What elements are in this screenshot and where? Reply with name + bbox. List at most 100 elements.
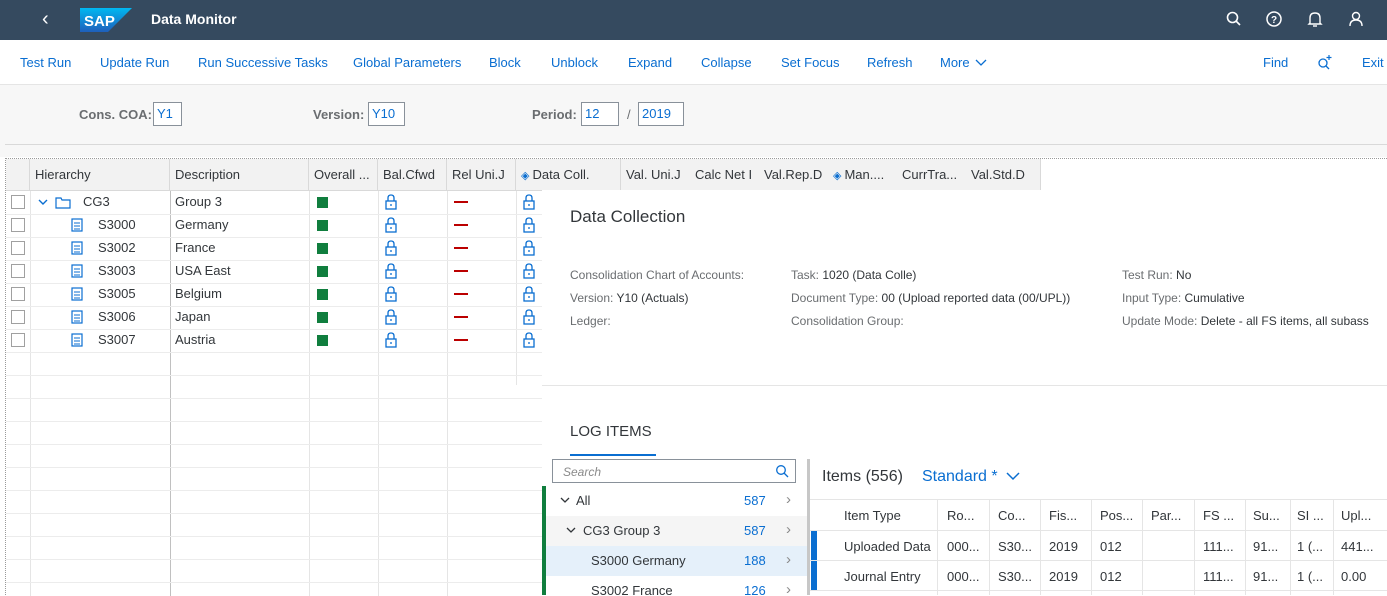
more-button[interactable]: More (940, 55, 987, 70)
col-man[interactable]: ◈ Man.... (828, 159, 897, 191)
row-checkbox[interactable] (11, 287, 25, 301)
col-overall[interactable]: Overall ... (309, 159, 378, 191)
chevron-right-icon[interactable]: › (786, 551, 791, 568)
col-upl[interactable]: Upl... (1341, 508, 1371, 523)
lock-icon[interactable] (523, 217, 535, 233)
lock-icon[interactable] (385, 240, 397, 256)
col-data-coll[interactable]: ◈ Data Coll. (516, 159, 621, 191)
status-error-icon[interactable] (454, 293, 468, 295)
row-checkbox[interactable] (11, 218, 25, 232)
back-icon[interactable]: ‹ (42, 9, 62, 31)
tree-item-all[interactable]: All 587 › (542, 486, 807, 516)
col-ro[interactable]: Ro... (947, 508, 974, 523)
sap-logo[interactable]: SAP (80, 8, 132, 32)
status-ok-icon[interactable] (317, 335, 328, 346)
exit-button[interactable]: Exit (1362, 55, 1384, 70)
col-fs[interactable]: FS ... (1203, 508, 1234, 523)
status-ok-icon[interactable] (317, 312, 328, 323)
grid-row[interactable]: S3003 USA East (6, 260, 544, 283)
refresh-button[interactable]: Refresh (867, 55, 913, 70)
year-field[interactable]: 2019 (638, 102, 684, 126)
col-bal-cfwd[interactable]: Bal.Cfwd (378, 159, 447, 191)
expand-button[interactable]: Expand (628, 55, 672, 70)
status-error-icon[interactable] (454, 339, 468, 341)
col-pos[interactable]: Pos... (1100, 508, 1133, 523)
tree-item-s3000[interactable]: S3000 Germany 188 › (542, 546, 807, 576)
period-field[interactable]: 12 (581, 102, 619, 126)
status-error-icon[interactable] (454, 201, 468, 203)
tree-item-s3002[interactable]: S3002 France 126 › (542, 576, 807, 595)
unblock-button[interactable]: Unblock (551, 55, 598, 70)
grid-row[interactable]: S3002 France (6, 237, 544, 260)
status-ok-icon[interactable] (317, 220, 328, 231)
help-icon[interactable]: ? (1265, 10, 1283, 28)
lock-icon[interactable] (385, 286, 397, 302)
update-run-button[interactable]: Update Run (100, 55, 169, 70)
lock-icon[interactable] (385, 217, 397, 233)
grid-row[interactable]: S3006 Japan (6, 306, 544, 329)
run-successive-tasks-button[interactable]: Run Successive Tasks (198, 55, 328, 70)
col-fis[interactable]: Fis... (1049, 508, 1077, 523)
coa-field[interactable]: Y1 (153, 102, 182, 126)
chevron-right-icon[interactable]: › (786, 581, 791, 595)
status-error-icon[interactable] (454, 316, 468, 318)
row-checkbox[interactable] (11, 195, 25, 209)
row-checkbox[interactable] (11, 333, 25, 347)
bell-icon[interactable] (1306, 10, 1324, 28)
row-checkbox[interactable] (11, 310, 25, 324)
global-parameters-button[interactable]: Global Parameters (353, 55, 461, 70)
col-description[interactable]: Description (170, 159, 309, 191)
search-icon[interactable] (1225, 10, 1243, 28)
chevron-down-icon[interactable] (560, 497, 570, 504)
test-run-button[interactable]: Test Run (20, 55, 71, 70)
status-error-icon[interactable] (454, 247, 468, 249)
status-error-icon[interactable] (454, 270, 468, 272)
col-val-std-d[interactable]: Val.Std.D (966, 159, 1041, 191)
lock-icon[interactable] (385, 309, 397, 325)
col-curr-tra[interactable]: CurrTra... (897, 159, 966, 191)
col-hierarchy[interactable]: Hierarchy (30, 159, 170, 191)
version-field[interactable]: Y10 (368, 102, 405, 126)
grid-row[interactable]: S3007 Austria (6, 329, 544, 352)
status-ok-icon[interactable] (317, 197, 328, 208)
chevron-right-icon[interactable]: › (786, 491, 791, 508)
chevron-right-icon[interactable]: › (786, 521, 791, 538)
col-su[interactable]: Su... (1253, 508, 1280, 523)
status-ok-icon[interactable] (317, 266, 328, 277)
user-icon[interactable] (1347, 10, 1365, 28)
grid-row[interactable]: S3005 Belgium (6, 283, 544, 306)
lock-icon[interactable] (523, 194, 535, 210)
grid-row[interactable]: S3000 Germany (6, 214, 544, 237)
log-search-input[interactable]: Search (552, 459, 796, 483)
log-items-tab[interactable]: LOG ITEMS (570, 423, 652, 440)
status-error-icon[interactable] (454, 224, 468, 226)
col-calc-net-i[interactable]: Calc Net I (690, 159, 759, 191)
col-val-uni-j[interactable]: Val. Uni.J (621, 159, 690, 191)
row-checkbox[interactable] (11, 241, 25, 255)
block-button[interactable]: Block (489, 55, 521, 70)
col-co[interactable]: Co... (998, 508, 1025, 523)
lock-icon[interactable] (523, 263, 535, 279)
status-ok-icon[interactable] (317, 243, 328, 254)
lock-icon[interactable] (523, 240, 535, 256)
search-icon[interactable] (775, 464, 789, 478)
set-focus-button[interactable]: Set Focus (781, 55, 840, 70)
table-row[interactable]: Uploaded Data 000... S30... 2019 012 111… (810, 531, 1387, 561)
chevron-down-icon[interactable] (566, 527, 576, 534)
status-ok-icon[interactable] (317, 289, 328, 300)
variant-selector[interactable]: Standard * (922, 468, 1020, 486)
lock-icon[interactable] (385, 332, 397, 348)
lock-icon[interactable] (523, 332, 535, 348)
zoom-in-icon[interactable] (1316, 54, 1334, 70)
lock-icon[interactable] (523, 309, 535, 325)
lock-icon[interactable] (385, 263, 397, 279)
lock-icon[interactable] (385, 194, 397, 210)
grid-row[interactable]: CG3 Group 3 (6, 191, 544, 214)
chevron-down-icon[interactable] (1006, 472, 1020, 481)
col-item-type[interactable]: Item Type (844, 508, 901, 523)
col-rel-uni-j[interactable]: Rel Uni.J (447, 159, 516, 191)
col-val-rep-d[interactable]: Val.Rep.D (759, 159, 828, 191)
lock-icon[interactable] (523, 286, 535, 302)
col-par[interactable]: Par... (1151, 508, 1181, 523)
row-checkbox[interactable] (11, 264, 25, 278)
